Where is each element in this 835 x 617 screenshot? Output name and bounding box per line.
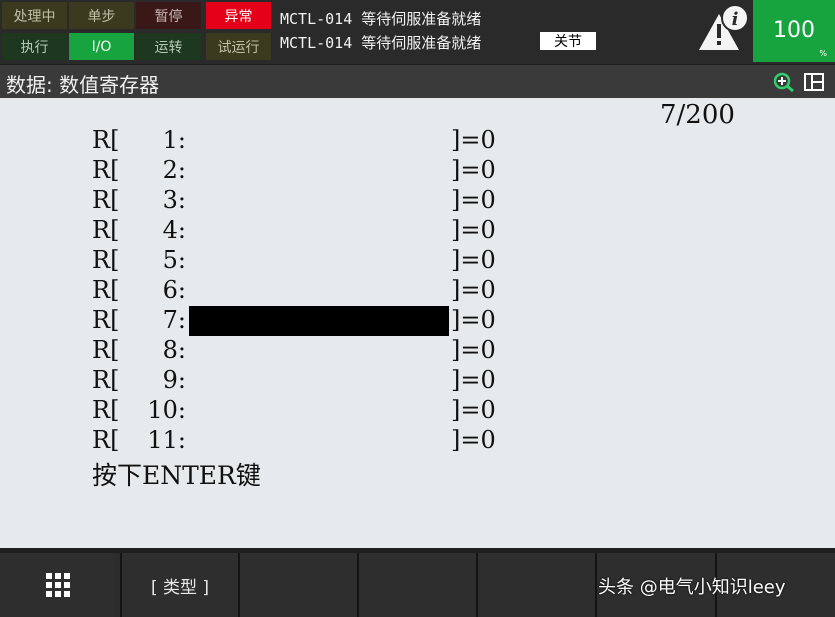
register-comment-field[interactable] bbox=[189, 306, 449, 336]
register-prefix: R[ bbox=[92, 246, 120, 274]
register-index: 6: bbox=[162, 276, 186, 304]
status-step-label: 单步 bbox=[87, 8, 116, 25]
alarm-line-1: MCTL-014 等待伺服准备就绪 bbox=[280, 10, 482, 28]
register-comment-field[interactable] bbox=[189, 336, 449, 366]
page-title: 数据: 数值寄存器 bbox=[6, 73, 160, 97]
f1-type-button[interactable]: [ 类型 ] bbox=[120, 553, 238, 617]
status-fault-label: 异常 bbox=[224, 8, 253, 25]
status-hold-label: 暂停 bbox=[154, 8, 183, 25]
register-prefix: R[ bbox=[92, 426, 120, 454]
f2-button[interactable] bbox=[238, 553, 357, 617]
status-tcyc: 试运行 bbox=[206, 33, 271, 60]
register-comment-field[interactable] bbox=[189, 126, 449, 156]
register-index: 2: bbox=[162, 156, 186, 184]
register-value[interactable]: ]=0 bbox=[451, 186, 496, 214]
register-value[interactable]: ]=0 bbox=[451, 336, 496, 364]
register-prefix: R[ bbox=[92, 156, 120, 184]
register-value[interactable]: ]=0 bbox=[451, 426, 496, 454]
register-value[interactable]: ]=0 bbox=[451, 396, 496, 424]
status-prod: 运转 bbox=[136, 33, 201, 60]
f3-button[interactable] bbox=[357, 553, 476, 617]
register-index: 8: bbox=[162, 336, 186, 364]
title-bar: 数据: 数值寄存器 bbox=[0, 65, 835, 98]
status-run-label: 执行 bbox=[20, 39, 49, 56]
coord-mode-badge: 关节 bbox=[540, 32, 596, 50]
zoom-in-icon[interactable] bbox=[773, 72, 795, 93]
alarm-message-box[interactable]: MCTL-014 等待伺服准备就绪 MCTL-014 等待伺服准备就绪 关节 bbox=[276, 2, 691, 60]
alarm-line-2: MCTL-014 等待伺服准备就绪 bbox=[280, 34, 482, 52]
status-hold: 暂停 bbox=[136, 2, 201, 29]
register-list-screen: 7/200 R[ 1: ]=0 R[ 2: ]=0 R[ 3: ]=0 R[ 4: ]=0 R[ 5: ]=… bbox=[0, 98, 835, 548]
coord-mode-label: 关节 bbox=[554, 34, 582, 50]
register-row[interactable]: R[ 2: ]=0 bbox=[0, 156, 600, 186]
register-value[interactable]: ]=0 bbox=[451, 366, 496, 394]
register-index: 7: bbox=[162, 306, 186, 334]
register-comment-field[interactable] bbox=[189, 276, 449, 306]
register-value[interactable]: ]=0 bbox=[451, 126, 496, 154]
register-prefix: R[ bbox=[92, 126, 120, 154]
register-prefix: R[ bbox=[92, 216, 120, 244]
register-index: 1: bbox=[162, 126, 186, 154]
register-prefix: R[ bbox=[92, 306, 120, 334]
override-speed-unit: % bbox=[819, 49, 827, 58]
grid-menu-icon bbox=[45, 573, 70, 597]
register-row[interactable]: R[ 6: ]=0 bbox=[0, 276, 600, 306]
register-comment-field[interactable] bbox=[189, 216, 449, 246]
svg-text:i: i bbox=[732, 9, 739, 30]
status-prod-label: 运转 bbox=[154, 39, 183, 56]
register-comment-field[interactable] bbox=[189, 396, 449, 426]
position-counter: 7/200 bbox=[660, 100, 735, 130]
override-speed-value: 100 bbox=[773, 18, 815, 43]
register-index: 3: bbox=[162, 186, 186, 214]
register-row[interactable]: R[ 10: ]=0 bbox=[0, 396, 600, 426]
status-busy: 处理中 bbox=[2, 2, 67, 29]
register-row[interactable]: R[ 8: ]=0 bbox=[0, 336, 600, 366]
register-prefix: R[ bbox=[92, 276, 120, 304]
f1-type-label: [ 类型 ] bbox=[150, 577, 210, 598]
register-comment-field[interactable] bbox=[189, 246, 449, 276]
register-row[interactable]: R[ 5: ]=0 bbox=[0, 246, 600, 276]
register-row[interactable]: R[ 11: ]=0 bbox=[0, 426, 600, 456]
register-index: 5: bbox=[162, 246, 186, 274]
status-io: I/O bbox=[69, 33, 134, 60]
register-comment-field[interactable] bbox=[189, 366, 449, 396]
register-value[interactable]: ]=0 bbox=[451, 306, 496, 334]
register-prefix: R[ bbox=[92, 396, 120, 424]
register-row[interactable]: R[ 7: ]=0 bbox=[0, 306, 600, 336]
split-window-icon[interactable] bbox=[804, 73, 824, 91]
register-index: 4: bbox=[162, 216, 186, 244]
register-row[interactable]: R[ 3: ]=0 bbox=[0, 186, 600, 216]
register-index: 11: bbox=[147, 426, 186, 454]
warning-info-icon[interactable]: i bbox=[693, 0, 751, 62]
register-prefix: R[ bbox=[92, 366, 120, 394]
prompt-message: 按下ENTER键 bbox=[92, 461, 261, 490]
status-busy-label: 处理中 bbox=[13, 8, 56, 25]
status-area: 处理中 单步 暂停 异常 执行 I/O 运转 试运行 MCTL-014 等待伺服… bbox=[0, 0, 835, 64]
function-key-bar: [ 类型 ] 头条 @电气小知识leey bbox=[0, 553, 835, 617]
register-prefix: R[ bbox=[92, 186, 120, 214]
register-comment-field[interactable] bbox=[189, 186, 449, 216]
register-value[interactable]: ]=0 bbox=[451, 246, 496, 274]
register-row[interactable]: R[ 1: ]=0 bbox=[0, 126, 600, 156]
register-index: 9: bbox=[162, 366, 186, 394]
status-fault: 异常 bbox=[206, 2, 271, 29]
register-value[interactable]: ]=0 bbox=[451, 156, 496, 184]
register-comment-field[interactable] bbox=[189, 156, 449, 186]
register-row[interactable]: R[ 9: ]=0 bbox=[0, 366, 600, 396]
status-tcyc-label: 试运行 bbox=[217, 39, 260, 56]
status-step: 单步 bbox=[69, 2, 134, 29]
register-row[interactable]: R[ 4: ]=0 bbox=[0, 216, 600, 246]
override-speed[interactable]: 100 % bbox=[753, 0, 835, 62]
f4-button[interactable] bbox=[476, 553, 595, 617]
register-index: 10: bbox=[147, 396, 186, 424]
register-prefix: R[ bbox=[92, 336, 120, 364]
status-run: 执行 bbox=[2, 33, 67, 60]
menu-key[interactable] bbox=[0, 553, 115, 617]
register-value[interactable]: ]=0 bbox=[451, 216, 496, 244]
register-comment-field[interactable] bbox=[189, 426, 449, 456]
status-io-label: I/O bbox=[91, 38, 112, 55]
watermark-text: 头条 @电气小知识leey bbox=[598, 577, 786, 598]
register-value[interactable]: ]=0 bbox=[451, 276, 496, 304]
